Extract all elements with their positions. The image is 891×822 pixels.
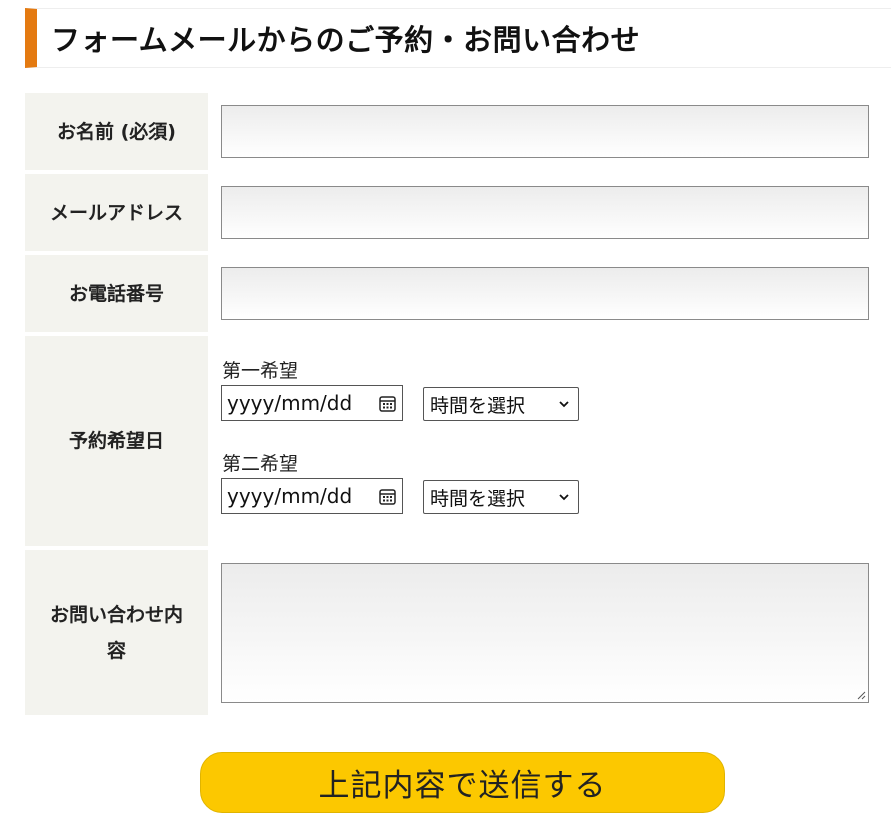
submit-button[interactable]: 上記内容で送信する (200, 752, 725, 813)
second-date-placeholder: yyyy/mm/dd (227, 484, 353, 508)
first-time-value: 時間を選択 (430, 394, 526, 417)
calendar-icon[interactable] (379, 488, 396, 505)
phone-label: お電話番号 (25, 255, 208, 332)
submit-label: 上記内容で送信する (318, 768, 607, 804)
form-title: フォームメールからのご予約・お問い合わせ (51, 23, 641, 57)
resize-grip-icon[interactable] (856, 690, 866, 700)
name-label: お名前 (必須) (25, 93, 208, 170)
first-date-placeholder: yyyy/mm/dd (227, 391, 353, 415)
second-time-value: 時間を選択 (430, 487, 526, 510)
phone-input[interactable] (221, 267, 869, 320)
message-label: お問い合わせ内容 (25, 550, 208, 715)
chevron-down-icon (559, 401, 569, 408)
second-choice-label: 第二希望 (222, 453, 299, 475)
form-heading: フォームメールからのご予約・お問い合わせ (25, 8, 891, 68)
first-choice-label: 第一希望 (222, 360, 299, 382)
first-date-input[interactable]: yyyy/mm/dd (221, 385, 403, 421)
second-time-select[interactable]: 時間を選択 (423, 480, 579, 514)
date-label: 予約希望日 (25, 336, 208, 546)
calendar-icon[interactable] (379, 395, 396, 412)
name-input[interactable] (221, 105, 869, 158)
first-time-select[interactable]: 時間を選択 (423, 387, 579, 421)
email-label: メールアドレス (25, 174, 208, 251)
second-date-input[interactable]: yyyy/mm/dd (221, 478, 403, 514)
email-input[interactable] (221, 186, 869, 239)
message-textarea[interactable] (221, 563, 869, 703)
chevron-down-icon (559, 494, 569, 501)
